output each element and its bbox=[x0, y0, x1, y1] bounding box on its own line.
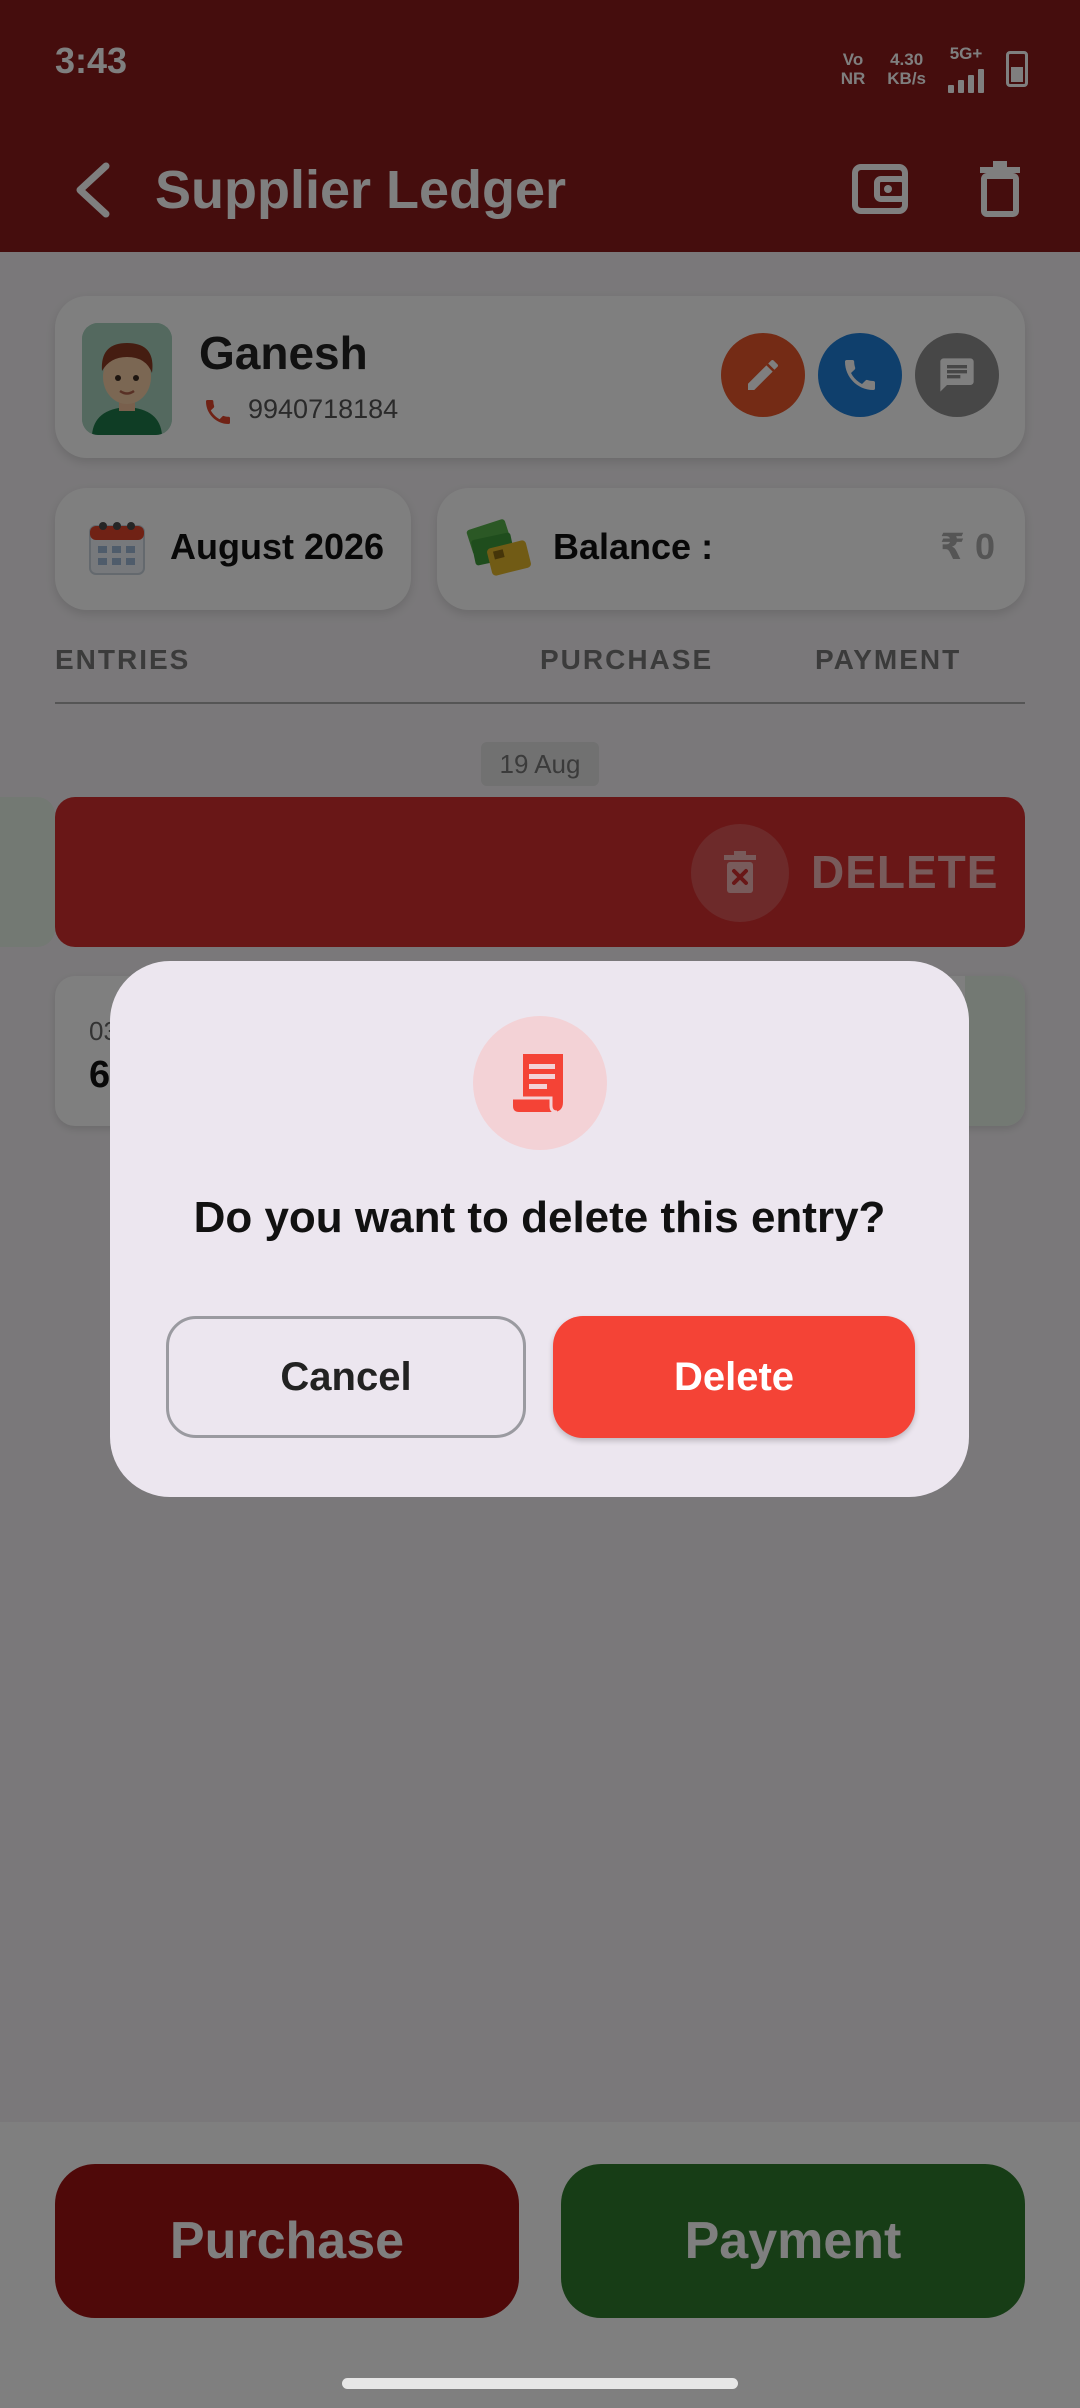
cancel-button[interactable]: Cancel bbox=[166, 1316, 526, 1438]
dialog-message: Do you want to delete this entry? bbox=[193, 1193, 886, 1242]
dialog-icon-badge bbox=[473, 1016, 607, 1150]
confirm-delete-button[interactable]: Delete bbox=[553, 1316, 915, 1438]
receipt-icon bbox=[513, 1054, 563, 1114]
home-indicator[interactable] bbox=[342, 2378, 738, 2389]
delete-confirm-dialog: Do you want to delete this entry? Cancel… bbox=[110, 961, 969, 1497]
